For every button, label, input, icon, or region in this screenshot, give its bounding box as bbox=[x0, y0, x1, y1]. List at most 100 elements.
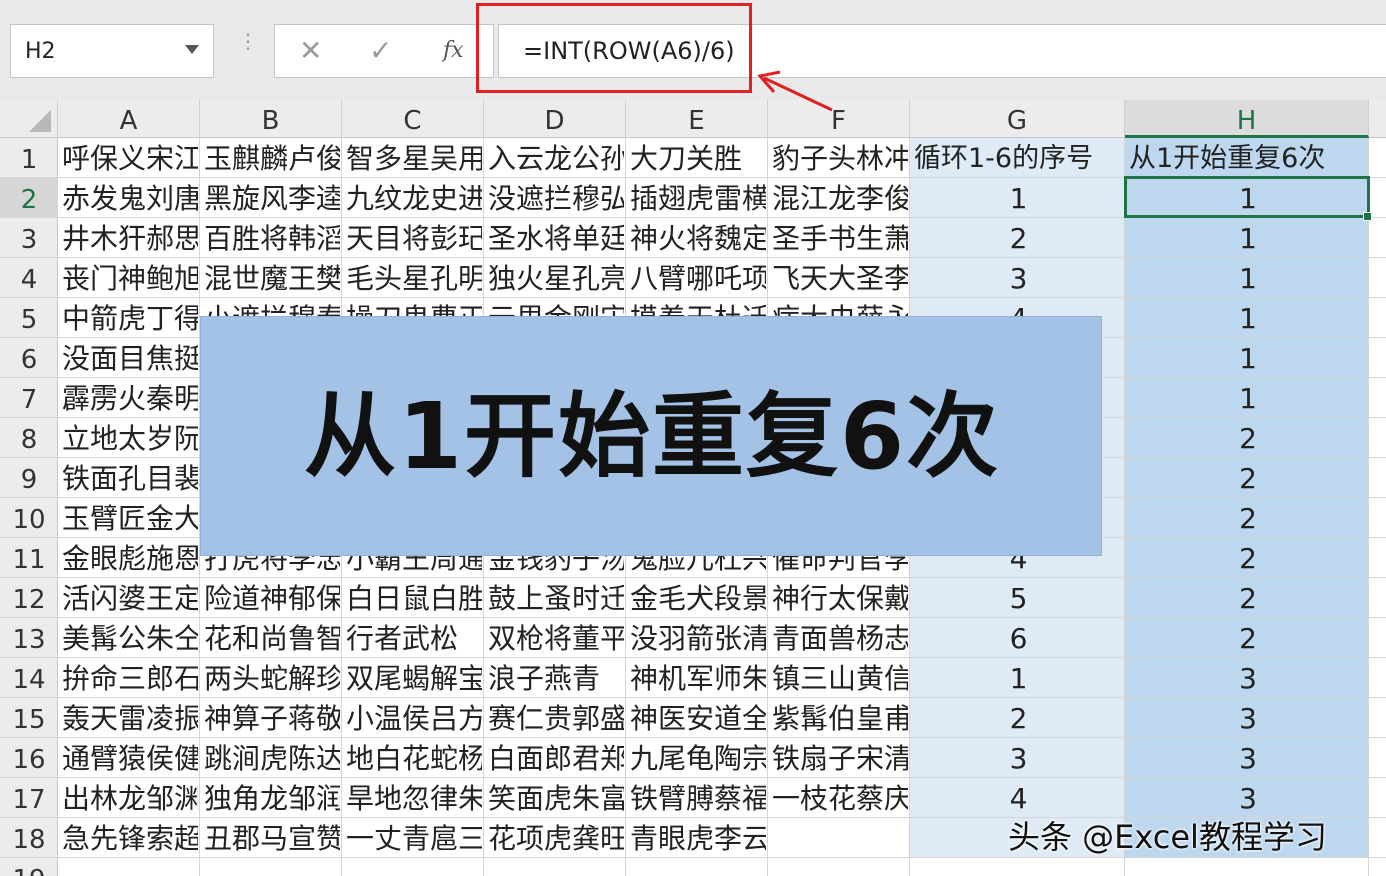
cell-c3[interactable]: 天目将彭玘 bbox=[346, 218, 482, 258]
cell-c13[interactable]: 行者武松 bbox=[346, 618, 482, 658]
cell-d4[interactable]: 独火星孔亮 bbox=[488, 258, 624, 298]
cell-a2[interactable]: 赤发鬼刘唐 bbox=[62, 178, 198, 218]
cell-h7[interactable]: 1 bbox=[1129, 378, 1367, 418]
cell-f15[interactable]: 紫髯伯皇甫端 bbox=[772, 698, 908, 738]
cell-e18[interactable]: 青眼虎李云。 bbox=[630, 818, 766, 858]
column-header-b[interactable]: B bbox=[200, 100, 342, 138]
cell-g3[interactable]: 2 bbox=[914, 218, 1123, 258]
cancel-icon[interactable]: ✕ bbox=[299, 34, 322, 67]
cell-h15[interactable]: 3 bbox=[1129, 698, 1367, 738]
name-box[interactable]: H2 bbox=[10, 24, 214, 78]
cell-h8[interactable]: 2 bbox=[1129, 418, 1367, 458]
row-header-13[interactable]: 13 bbox=[0, 618, 58, 658]
select-all-corner[interactable] bbox=[0, 100, 58, 138]
cell-a14[interactable]: 拚命三郎石秀 bbox=[62, 658, 198, 698]
row-header-12[interactable]: 12 bbox=[0, 578, 58, 618]
row-header-7[interactable]: 7 bbox=[0, 378, 58, 418]
cell-e16[interactable]: 九尾龟陶宗旺 bbox=[630, 738, 766, 778]
cell-b18[interactable]: 丑郡马宣赞 bbox=[204, 818, 340, 858]
row-header-17[interactable]: 17 bbox=[0, 778, 58, 818]
cell-f1[interactable]: 豹子头林冲 bbox=[772, 138, 908, 178]
cell-d3[interactable]: 圣水将单廷珪 bbox=[488, 218, 624, 258]
cell-d15[interactable]: 赛仁贵郭盛 bbox=[488, 698, 624, 738]
cell-h12[interactable]: 2 bbox=[1129, 578, 1367, 618]
formula-bar-splitter-icon[interactable]: ⋮ bbox=[238, 31, 258, 51]
row-header-16[interactable]: 16 bbox=[0, 738, 58, 778]
cell-c1[interactable]: 智多星吴用 bbox=[346, 138, 482, 178]
cell-h1[interactable]: 从1开始重复6次 bbox=[1129, 138, 1367, 178]
cell-d18[interactable]: 花项虎龚旺 bbox=[488, 818, 624, 858]
column-header-a[interactable]: A bbox=[58, 100, 200, 138]
row-header-9[interactable]: 9 bbox=[0, 458, 58, 498]
cell-h9[interactable]: 2 bbox=[1129, 458, 1367, 498]
cell-d2[interactable]: 没遮拦穆弘 bbox=[488, 178, 624, 218]
cell-c12[interactable]: 白日鼠白胜 bbox=[346, 578, 482, 618]
column-header-d[interactable]: D bbox=[484, 100, 626, 138]
cell-h13[interactable]: 2 bbox=[1129, 618, 1367, 658]
cell-c18[interactable]: 一丈青扈三娘 bbox=[346, 818, 482, 858]
name-box-dropdown-icon[interactable] bbox=[185, 45, 199, 54]
cell-g12[interactable]: 5 bbox=[914, 578, 1123, 618]
cell-f3[interactable]: 圣手书生萧让 bbox=[772, 218, 908, 258]
cell-d1[interactable]: 入云龙公孙胜 bbox=[488, 138, 624, 178]
cell-e1[interactable]: 大刀关胜 bbox=[630, 138, 766, 178]
cell-b3[interactable]: 百胜将韩滔 bbox=[204, 218, 340, 258]
cell-c2[interactable]: 九纹龙史进 bbox=[346, 178, 482, 218]
cell-a18[interactable]: 急先锋索超 bbox=[62, 818, 198, 858]
cell-h10[interactable]: 2 bbox=[1129, 498, 1367, 538]
cell-g14[interactable]: 1 bbox=[914, 658, 1123, 698]
cell-d12[interactable]: 鼓上蚤时迁 bbox=[488, 578, 624, 618]
cell-a15[interactable]: 轰天雷凌振 bbox=[62, 698, 198, 738]
cell-d17[interactable]: 笑面虎朱富 bbox=[488, 778, 624, 818]
row-header-2[interactable]: 2 bbox=[0, 178, 58, 218]
cell-b1[interactable]: 玉麒麟卢俊义 bbox=[204, 138, 340, 178]
cell-c16[interactable]: 地白花蛇杨春 bbox=[346, 738, 482, 778]
cell-a13[interactable]: 美髯公朱仝 bbox=[62, 618, 198, 658]
cell-g2[interactable]: 1 bbox=[914, 178, 1123, 218]
cell-c15[interactable]: 小温侯吕方 bbox=[346, 698, 482, 738]
row-header-19[interactable]: 19 bbox=[0, 858, 58, 876]
cell-a8[interactable]: 立地太岁阮小二 bbox=[62, 418, 198, 458]
cell-d13[interactable]: 双枪将董平 bbox=[488, 618, 624, 658]
cell-a17[interactable]: 出林龙邹渊 bbox=[62, 778, 198, 818]
cell-a9[interactable]: 铁面孔目裴宣 bbox=[62, 458, 198, 498]
cell-a4[interactable]: 丧门神鲍旭 bbox=[62, 258, 198, 298]
cell-b2[interactable]: 黑旋风李逵 bbox=[204, 178, 340, 218]
cell-g13[interactable]: 6 bbox=[914, 618, 1123, 658]
cell-f13[interactable]: 青面兽杨志 bbox=[772, 618, 908, 658]
row-header-14[interactable]: 14 bbox=[0, 658, 58, 698]
cell-c17[interactable]: 旱地忽律朱贵 bbox=[346, 778, 482, 818]
cell-d16[interactable]: 白面郎君郑天寿 bbox=[488, 738, 624, 778]
cell-b15[interactable]: 神算子蒋敬 bbox=[204, 698, 340, 738]
column-header-g[interactable]: G bbox=[910, 100, 1125, 138]
cell-h3[interactable]: 1 bbox=[1129, 218, 1367, 258]
cell-h5[interactable]: 1 bbox=[1129, 298, 1367, 338]
cell-e15[interactable]: 神医安道全 bbox=[630, 698, 766, 738]
cell-h4[interactable]: 1 bbox=[1129, 258, 1367, 298]
row-header-6[interactable]: 6 bbox=[0, 338, 58, 378]
cell-a5[interactable]: 中箭虎丁得孙 bbox=[62, 298, 198, 338]
cell-e13[interactable]: 没羽箭张清 bbox=[630, 618, 766, 658]
cell-g4[interactable]: 3 bbox=[914, 258, 1123, 298]
cell-h16[interactable]: 3 bbox=[1129, 738, 1367, 778]
cell-f12[interactable]: 神行太保戴宗 bbox=[772, 578, 908, 618]
row-header-1[interactable]: 1 bbox=[0, 138, 58, 178]
cell-f2[interactable]: 混江龙李俊 bbox=[772, 178, 908, 218]
cell-e12[interactable]: 金毛犬段景住 bbox=[630, 578, 766, 618]
cell-b14[interactable]: 两头蛇解珍 bbox=[204, 658, 340, 698]
cell-a6[interactable]: 没面目焦挺 bbox=[62, 338, 198, 378]
cell-g15[interactable]: 2 bbox=[914, 698, 1123, 738]
cell-a12[interactable]: 活闪婆王定六 bbox=[62, 578, 198, 618]
fill-handle[interactable] bbox=[1363, 212, 1372, 221]
row-header-11[interactable]: 11 bbox=[0, 538, 58, 578]
cell-f16[interactable]: 铁扇子宋清 bbox=[772, 738, 908, 778]
cell-h11[interactable]: 2 bbox=[1129, 538, 1367, 578]
cell-b17[interactable]: 独角龙邹润 bbox=[204, 778, 340, 818]
cell-f14[interactable]: 镇三山黄信 bbox=[772, 658, 908, 698]
cell-f17[interactable]: 一枝花蔡庆 bbox=[772, 778, 908, 818]
cell-g1[interactable]: 循环1-6的序号 bbox=[914, 138, 1123, 178]
cell-f4[interactable]: 飞天大圣李衮 bbox=[772, 258, 908, 298]
cell-a10[interactable]: 玉臂匠金大坚 bbox=[62, 498, 198, 538]
insert-function-icon[interactable]: fx bbox=[443, 38, 464, 63]
cell-e3[interactable]: 神火将魏定国 bbox=[630, 218, 766, 258]
